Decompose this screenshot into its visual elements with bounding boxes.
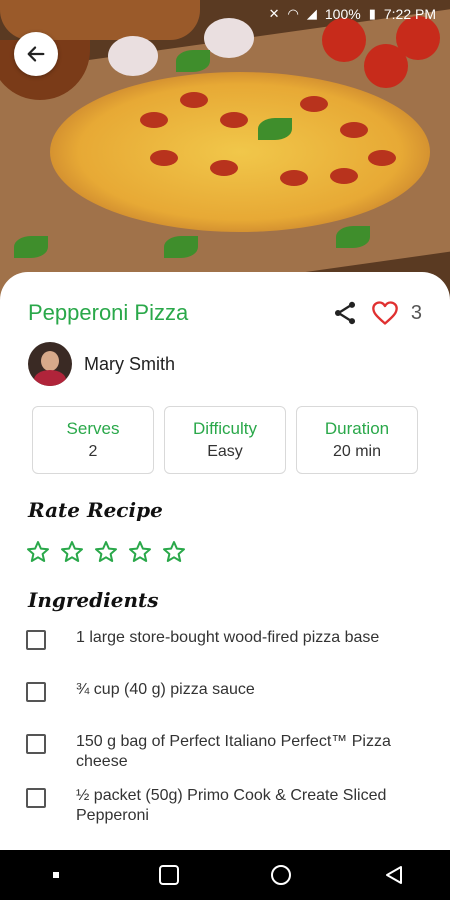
star-icon[interactable] xyxy=(162,540,186,564)
list-item: 150 g bag of Perfect Italiano Perfect™ P… xyxy=(24,732,424,772)
share-icon[interactable] xyxy=(331,299,359,327)
info-value: 20 min xyxy=(332,443,382,460)
recipe-info-row: Serves 2 Difficulty Easy Duration 20 min xyxy=(32,406,418,474)
star-icon[interactable] xyxy=(26,540,50,564)
pepperoni xyxy=(340,122,368,138)
heart-icon[interactable] xyxy=(371,299,399,327)
recipe-detail-card: Pepperoni Pizza 3 Mary Smith Serves 2 Di… xyxy=(0,272,450,850)
basil-leaf xyxy=(336,226,370,248)
pepperoni xyxy=(280,170,308,186)
pepperoni xyxy=(368,150,396,166)
pepperoni xyxy=(150,150,178,166)
dot-icon xyxy=(53,872,60,878)
info-label: Duration xyxy=(324,419,390,438)
like-count: 3 xyxy=(410,301,422,324)
info-value: 2 xyxy=(88,443,98,460)
basil-leaf xyxy=(258,118,292,140)
author-name: Mary Smith xyxy=(84,353,176,374)
wifi-icon: ◠ xyxy=(287,6,299,21)
pepperoni xyxy=(220,112,248,128)
star-icon[interactable] xyxy=(128,540,152,564)
clock: 7:22 PM xyxy=(383,6,436,22)
author-row[interactable]: Mary Smith xyxy=(28,342,175,386)
recipe-title: Pepperoni Pizza xyxy=(28,300,189,325)
rating-stars xyxy=(26,540,186,564)
list-item: 1 large store-bought wood-fired pizza ba… xyxy=(24,628,424,666)
triangle-back-icon xyxy=(385,866,402,884)
star-icon[interactable] xyxy=(94,540,118,564)
mute-icon: ✕ xyxy=(268,6,280,21)
ingredient-text: ¾ cup (40 g) pizza sauce xyxy=(76,681,255,698)
arrow-left-icon xyxy=(27,46,45,62)
avatar-shirt xyxy=(34,370,66,386)
battery-percent: 100% xyxy=(324,6,361,22)
ingredient-checkbox[interactable] xyxy=(26,630,46,650)
nav-dot-button[interactable] xyxy=(36,855,76,895)
ingredients-list: 1 large store-bought wood-fired pizza ba… xyxy=(24,628,424,840)
signal-icon: ◢ xyxy=(306,6,317,21)
square-icon xyxy=(158,865,179,885)
info-label: Difficulty xyxy=(193,419,257,438)
pepperoni xyxy=(330,168,358,184)
circle-icon xyxy=(271,865,292,885)
info-label: Serves xyxy=(66,419,120,438)
ingredient-text: ½ packet (50g) Primo Cook & Create Slice… xyxy=(76,787,387,824)
list-item: ¾ cup (40 g) pizza sauce xyxy=(24,680,424,718)
star-icon[interactable] xyxy=(60,540,84,564)
avatar xyxy=(28,342,72,386)
recents-button[interactable] xyxy=(149,855,189,895)
ingredient-checkbox[interactable] xyxy=(26,788,46,808)
battery-icon: ▮ xyxy=(368,6,376,21)
basil-leaf xyxy=(176,50,210,72)
avatar-face xyxy=(41,351,59,371)
ingredient-text: 150 g bag of Perfect Italiano Perfect™ P… xyxy=(76,733,391,770)
basil-leaf xyxy=(164,236,198,258)
pepperoni xyxy=(210,160,238,176)
ingredient-checkbox[interactable] xyxy=(26,734,46,754)
info-serves: Serves 2 xyxy=(32,406,154,474)
info-duration: Duration 20 min xyxy=(296,406,418,474)
home-button[interactable] xyxy=(261,855,301,895)
back-nav-button[interactable] xyxy=(374,855,414,895)
garlic xyxy=(108,36,158,76)
back-button[interactable] xyxy=(14,32,58,76)
title-row: Pepperoni Pizza 3 xyxy=(28,298,422,328)
ingredients-heading: Ingredients xyxy=(28,588,159,612)
pepperoni xyxy=(180,92,208,108)
recipe-hero-image xyxy=(0,0,450,300)
pepperoni xyxy=(300,96,328,112)
ingredient-checkbox[interactable] xyxy=(26,682,46,702)
status-bar: ✕ ◠ ◢ 100% ▮ 7:22 PM xyxy=(0,0,450,28)
ingredient-text: 1 large store-bought wood-fired pizza ba… xyxy=(76,629,380,646)
info-difficulty: Difficulty Easy xyxy=(164,406,286,474)
basil-leaf xyxy=(14,236,48,258)
navigation-bar xyxy=(0,850,450,900)
rate-recipe-heading: Rate Recipe xyxy=(28,498,163,522)
pepperoni xyxy=(140,112,168,128)
list-item: ½ packet (50g) Primo Cook & Create Slice… xyxy=(24,786,424,826)
info-value: Easy xyxy=(207,443,243,460)
